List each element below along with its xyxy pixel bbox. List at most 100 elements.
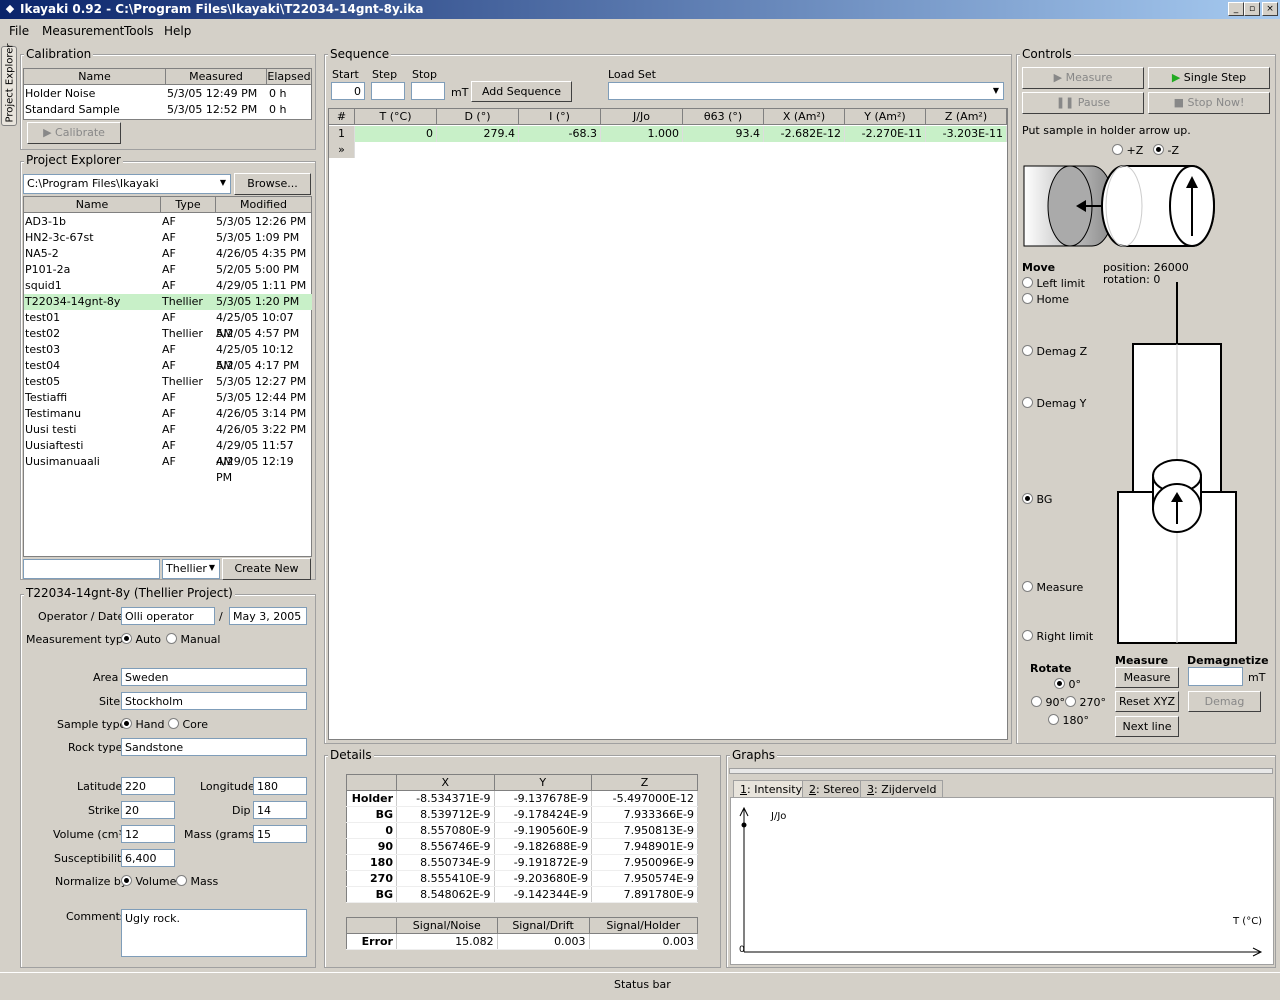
move-right-limit-radio[interactable]: Right limit [1022,630,1093,643]
strike-input[interactable]: 20 [121,801,175,819]
move-demag-z-radio[interactable]: Demag Z [1022,345,1087,358]
single-step-button[interactable]: ▶ Single Step [1148,67,1270,89]
browse-button[interactable]: Browse... [234,173,311,195]
core-radio[interactable]: Core [168,718,208,731]
menu-help[interactable]: Help [164,24,191,38]
table-row[interactable]: Holder Noise 5/3/05 12:49 PM 0 h [24,86,312,102]
measure-bg-button[interactable]: Measure BG [1115,667,1179,703]
col-header-t[interactable]: T (°C) [355,109,437,125]
rotate-270-radio[interactable]: 270° [1065,696,1106,709]
table-row[interactable]: AD3-1b AF 5/3/05 12:26 PM [24,214,312,230]
auto-radio[interactable]: Auto [121,633,161,646]
volume-input[interactable]: 12 [121,825,175,843]
mass-input[interactable]: 15 [253,825,307,843]
col-header-modified[interactable]: Modified [216,197,312,213]
tab-zijderveld[interactable]: 3: Zijderveld [860,780,944,797]
col-header-z[interactable]: Z (Am²) [926,109,1007,125]
area-input[interactable]: Sweden [121,668,307,686]
pause-button[interactable]: ❚❚ Pause [1022,92,1144,114]
col-header-measured[interactable]: Measured [166,69,267,85]
table-row[interactable]: squid1 AF 4/29/05 1:11 PM [24,278,312,294]
add-sequence-button[interactable]: Add Sequence [471,81,572,102]
col-header[interactable]: Signal/Holder [589,917,699,934]
calibrate-button[interactable]: ▶ Calibrate [27,122,121,144]
table-row[interactable]: Standard Sample 5/3/05 12:52 PM 0 h [24,102,312,118]
col-header-name[interactable]: Name [24,197,161,213]
measure-button[interactable]: ▶ Measure [1022,67,1144,89]
new-project-name-input[interactable] [23,559,160,579]
col-header[interactable]: Y [494,774,593,791]
col-header[interactable]: Z [591,774,698,791]
table-row[interactable]: 1 0 279.4 -68.3 1.000 93.4 -2.682E-12 -2… [329,126,1007,142]
minimize-button[interactable]: _ [1228,2,1244,16]
graph-splitter[interactable] [729,768,1273,774]
move-measure-radio[interactable]: Measure [1022,581,1083,594]
demag-button[interactable]: Demag [1188,691,1261,712]
load-set-select[interactable]: ▼ [608,82,1004,100]
table-row[interactable]: test02 Thellier 5/2/05 4:57 PM [24,326,312,342]
table-row[interactable]: NA5-2 AF 4/26/05 4:35 PM [24,246,312,262]
stop-input[interactable] [411,82,445,100]
rotate-180-radio[interactable]: 180° [1048,714,1089,727]
normalize-mass-radio[interactable]: Mass [176,875,218,888]
table-row[interactable]: test05 Thellier 5/3/05 12:27 PM [24,374,312,390]
move-demag-y-radio[interactable]: Demag Y [1022,397,1086,410]
col-header[interactable]: Signal/Noise [396,917,498,934]
rock-type-input[interactable]: Sandstone [121,738,307,756]
col-header-type[interactable]: Type [161,197,216,213]
demag-amplitude-input[interactable] [1188,667,1243,686]
susceptibility-input[interactable]: 6,400 [121,849,175,867]
stop-now-button[interactable]: ■ Stop Now! [1148,92,1270,114]
project-explorer-sidetab[interactable]: Project Explorer [1,43,17,126]
step-input[interactable] [371,82,405,100]
col-header-jjo[interactable]: J/Jo [601,109,683,125]
move-left-limit-radio[interactable]: Left limit [1022,277,1085,290]
menu-measurement[interactable]: Measurement [42,24,124,38]
move-bg-radio[interactable]: BG [1022,493,1052,506]
latitude-input[interactable]: 220 [121,777,175,795]
col-header-theta63[interactable]: θ63 (°) [683,109,764,125]
plus-z-radio[interactable]: +Z [1112,144,1143,157]
col-header-index[interactable]: # [329,109,355,125]
table-row[interactable]: test04 AF 5/2/05 4:17 PM [24,358,312,374]
table-row[interactable]: test03 AF 4/25/05 10:12 AM [24,342,312,372]
dip-input[interactable]: 14 [253,801,307,819]
move-home-radio[interactable]: Home [1022,293,1069,306]
site-input[interactable]: Stockholm [121,692,307,710]
col-header[interactable]: X [396,774,495,791]
col-header[interactable]: Signal/Drift [497,917,590,934]
close-button[interactable]: × [1262,2,1278,16]
col-header-d[interactable]: D (°) [437,109,519,125]
reset-xyz-button[interactable]: Reset XYZ [1115,691,1179,712]
col-header-name[interactable]: Name [24,69,166,85]
table-row[interactable]: Testimanu AF 4/26/05 3:14 PM [24,406,312,422]
comments-textarea[interactable]: Ugly rock. [121,909,307,957]
tab-intensity[interactable]: 1: Intensity [733,780,810,797]
hand-radio[interactable]: Hand [121,718,164,731]
col-header[interactable] [346,774,397,791]
start-input[interactable]: 0 [331,82,365,100]
table-row[interactable]: Uusi testi AF 4/26/05 3:22 PM [24,422,312,438]
col-header-y[interactable]: Y (Am²) [845,109,926,125]
normalize-volume-radio[interactable]: Volume [121,875,176,888]
new-row[interactable]: » [329,142,1007,158]
col-header[interactable] [346,917,397,934]
menu-tools[interactable]: Tools [124,24,154,38]
tab-stereo[interactable]: 2: Stereo [802,780,867,797]
table-row[interactable]: P101-2a AF 5/2/05 5:00 PM [24,262,312,278]
table-row[interactable]: Uusiaftesti AF 4/29/05 11:57 AM [24,438,312,468]
date-input[interactable]: May 3, 2005 [229,607,307,625]
col-header-elapsed[interactable]: Elapsed [267,69,312,85]
table-row[interactable]: test01 AF 4/25/05 10:07 AM [24,310,312,340]
longitude-input[interactable]: 180 [253,777,307,795]
minus-z-radio[interactable]: -Z [1153,144,1179,157]
table-row[interactable]: T22034-14gnt-8y Thellier 5/3/05 1:20 PM [24,294,312,310]
rotate-90-radio[interactable]: 90° [1031,696,1065,709]
maximize-button[interactable]: ▫ [1244,2,1260,16]
table-row[interactable]: Testiaffi AF 5/3/05 12:44 PM [24,390,312,406]
col-header-x[interactable]: X (Am²) [764,109,845,125]
new-project-type-select[interactable]: Thellier ▼ [162,559,220,579]
table-row[interactable]: HN2-3c-67st AF 5/3/05 1:09 PM [24,230,312,246]
col-header-i[interactable]: I (°) [519,109,601,125]
operator-input[interactable]: Olli operator [121,607,215,625]
